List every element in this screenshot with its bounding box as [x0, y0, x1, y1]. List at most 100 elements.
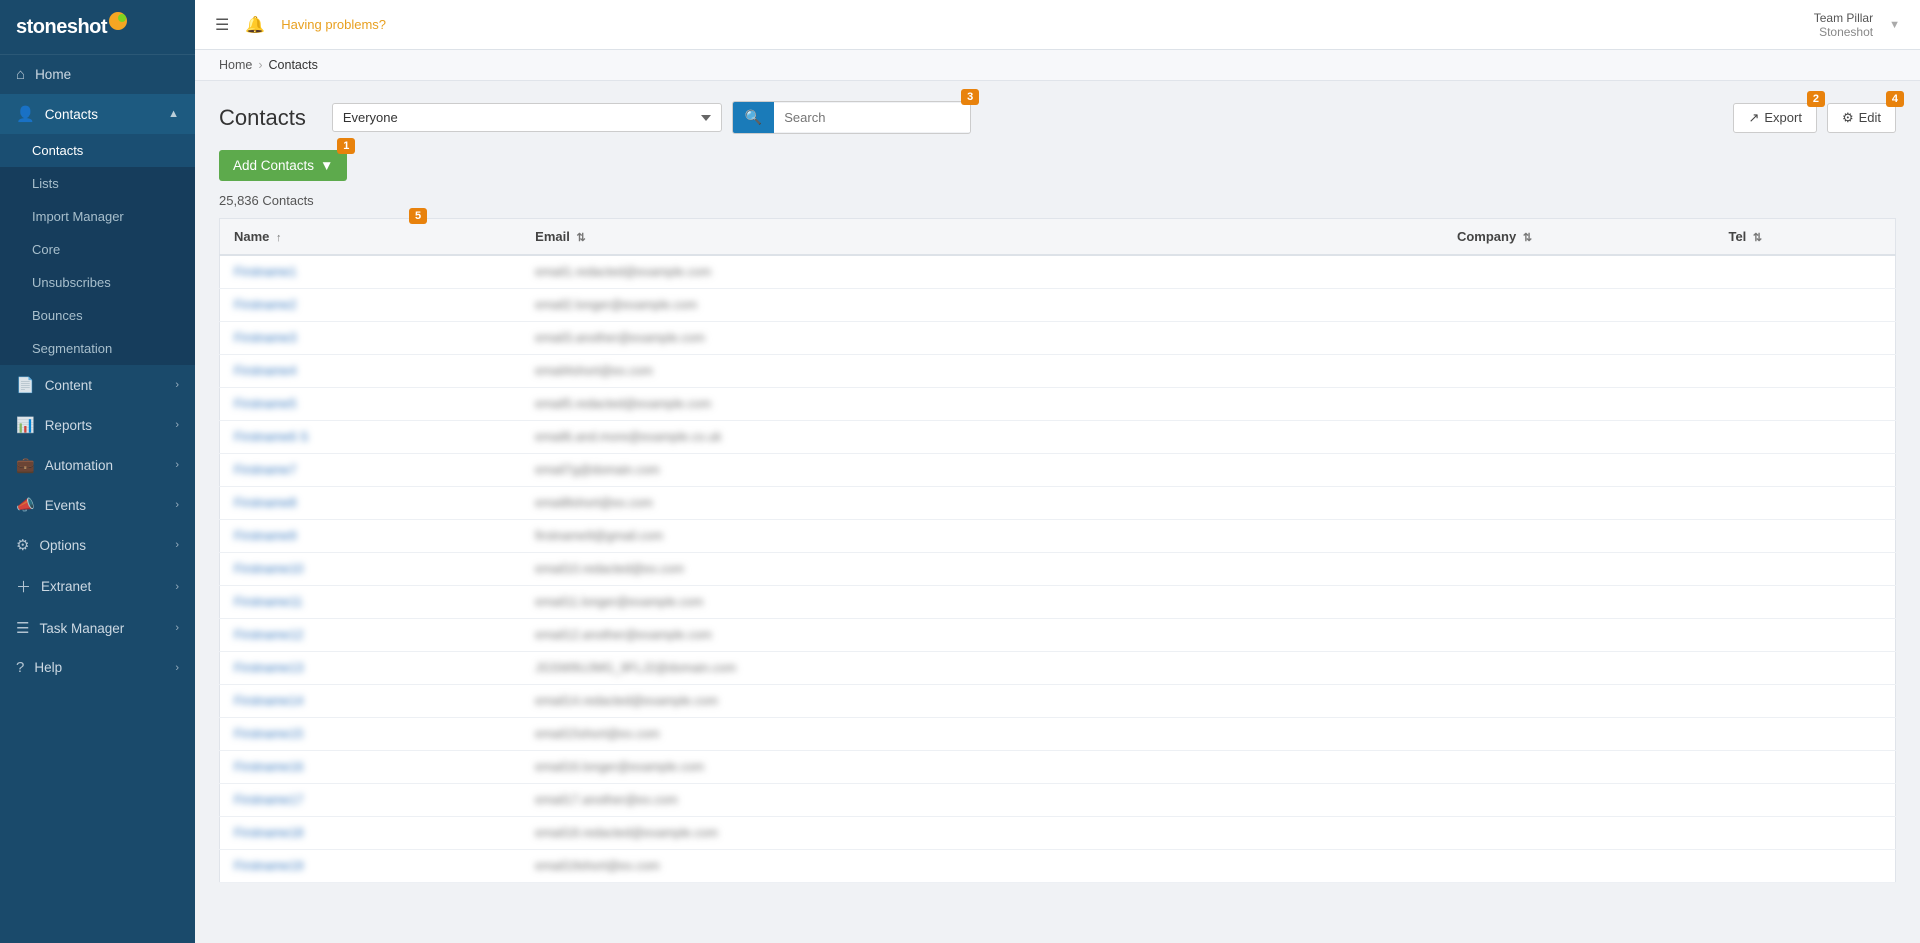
table-row[interactable]: Firstname13 JGSW9UJMG_9FLJ2@domain.com: [220, 652, 1896, 685]
table-container: 5 Name ↑ Email ⇅ Company: [219, 218, 1896, 883]
cell-name: Firstname2: [220, 289, 522, 322]
cell-tel: [1714, 520, 1895, 553]
table-row[interactable]: Firstname3 email3.another@example.com: [220, 322, 1896, 355]
cell-company: [1443, 619, 1715, 652]
add-contacts-chevron-icon: ▼: [320, 158, 333, 173]
segmentation-label: Segmentation: [32, 341, 112, 356]
table-row[interactable]: Firstname11 email11.longer@example.com: [220, 586, 1896, 619]
edit-button[interactable]: ⚙ Edit: [1827, 103, 1896, 133]
cell-name: Firstname8: [220, 487, 522, 520]
cell-company: [1443, 355, 1715, 388]
filter-dropdown[interactable]: Everyone My Contacts Unsubscribed Bounce…: [332, 103, 722, 132]
sidebar-item-home-label: Home: [35, 67, 71, 82]
table-row[interactable]: Firstname15 email15short@ex.com: [220, 718, 1896, 751]
sidebar-item-automation[interactable]: 💼 Automation ›: [0, 445, 195, 485]
user-dropdown-icon[interactable]: ▼: [1889, 19, 1900, 31]
name-value: Firstname1: [234, 265, 334, 279]
sidebar-item-content-label: Content: [45, 378, 92, 393]
menu-icon[interactable]: ☰: [215, 15, 229, 35]
table-row[interactable]: Firstname4 email4short@ex.com: [220, 355, 1896, 388]
core-label: Core: [32, 242, 60, 257]
col-company[interactable]: Company ⇅: [1443, 219, 1715, 256]
sidebar-item-home[interactable]: ⌂ Home: [0, 55, 195, 94]
table-row[interactable]: Firstname12 email12.another@example.com: [220, 619, 1896, 652]
tel-sort-icon: ⇅: [1753, 232, 1762, 244]
table-row[interactable]: Firstname9 firstname9@gmail.com: [220, 520, 1896, 553]
search-input[interactable]: [774, 103, 970, 132]
sidebar-item-events[interactable]: 📣 Events ›: [0, 485, 195, 525]
table-row[interactable]: Firstname14 email14.redacted@example.com: [220, 685, 1896, 718]
table-row[interactable]: Firstname8 email8short@ex.com: [220, 487, 1896, 520]
col-company-label: Company: [1457, 229, 1516, 244]
add-contacts-label: Add Contacts: [233, 158, 314, 173]
sidebar-item-lists[interactable]: Lists: [0, 167, 195, 200]
sidebar-item-contacts-sub[interactable]: Contacts: [0, 134, 195, 167]
cell-email: email1.redacted@example.com: [521, 255, 1443, 289]
extranet-chevron: ›: [175, 581, 179, 593]
table-row[interactable]: Firstname16 email16.longer@example.com: [220, 751, 1896, 784]
sidebar-item-segmentation[interactable]: Segmentation: [0, 332, 195, 365]
email-value: email5.redacted@example.com: [535, 397, 700, 411]
table-row[interactable]: Firstname2 email2.longer@example.com: [220, 289, 1896, 322]
contacts-submenu: Contacts Lists Import Manager Core Unsub…: [0, 134, 195, 365]
sidebar-item-import-manager[interactable]: Import Manager: [0, 200, 195, 233]
col-email[interactable]: Email ⇅: [521, 219, 1443, 256]
table-row[interactable]: Firstname18 email18.redacted@example.com: [220, 817, 1896, 850]
user-info: Team Pillar Stoneshot: [1814, 11, 1873, 39]
table-row[interactable]: Firstname1 email1.redacted@example.com: [220, 255, 1896, 289]
email-value: email8short@ex.com: [535, 496, 680, 510]
sidebar-item-help[interactable]: ? Help ›: [0, 648, 195, 687]
sidebar-item-unsubscribes[interactable]: Unsubscribes: [0, 266, 195, 299]
cell-name: Firstname16: [220, 751, 522, 784]
sidebar-item-core[interactable]: Core: [0, 233, 195, 266]
export-button[interactable]: ↗ Export: [1733, 103, 1816, 133]
cell-name: Firstname3: [220, 322, 522, 355]
help-link[interactable]: Having problems?: [281, 17, 386, 32]
table-row[interactable]: Firstname19 email19short@ex.com: [220, 850, 1896, 883]
email-value: JGSW9UJMG_9FLJ2@domain.com: [535, 661, 745, 675]
cell-tel: [1714, 652, 1895, 685]
lists-label: Lists: [32, 176, 59, 191]
cell-company: [1443, 685, 1715, 718]
col-tel-label: Tel: [1728, 229, 1746, 244]
email-value: email15short@ex.com: [535, 727, 673, 741]
help-chevron: ›: [175, 662, 179, 674]
sidebar-item-reports[interactable]: 📊 Reports ›: [0, 405, 195, 445]
cell-name: Firstname14: [220, 685, 522, 718]
sidebar-item-task-manager[interactable]: ☰ Task Manager ›: [0, 608, 195, 648]
table-row[interactable]: Firstname6 S email6.and.more@example.co.…: [220, 421, 1896, 454]
email-value: email10.redacted@ex.com: [535, 562, 690, 576]
sidebar-item-extranet-label: Extranet: [41, 579, 91, 594]
name-sort-icon: ↑: [276, 232, 282, 244]
sidebar-item-extranet[interactable]: ＋ Extranet ›: [0, 565, 195, 608]
bell-icon[interactable]: 🔔: [245, 15, 265, 35]
sidebar-item-options[interactable]: ⚙ Options ›: [0, 525, 195, 565]
sidebar-item-bounces[interactable]: Bounces: [0, 299, 195, 332]
edit-icon: ⚙: [1842, 110, 1854, 126]
cell-company: [1443, 751, 1715, 784]
table-row[interactable]: Firstname5 email5.redacted@example.com: [220, 388, 1896, 421]
cell-company: [1443, 388, 1715, 421]
name-value: Firstname9: [234, 529, 349, 543]
cell-tel: [1714, 751, 1895, 784]
table-row[interactable]: Firstname7 email7g@domain.com: [220, 454, 1896, 487]
sidebar-item-automation-label: Automation: [45, 458, 113, 473]
sidebar-item-content[interactable]: 📄 Content ›: [0, 365, 195, 405]
contacts-icon: 👤: [16, 105, 35, 123]
task-manager-chevron: ›: [175, 622, 179, 634]
table-row[interactable]: Firstname17 email17.another@ex.com: [220, 784, 1896, 817]
table-row[interactable]: Firstname10 email10.redacted@ex.com: [220, 553, 1896, 586]
add-contacts-button[interactable]: Add Contacts ▼: [219, 150, 347, 181]
user-org: Stoneshot: [1814, 25, 1873, 39]
cell-company: [1443, 553, 1715, 586]
logo-area: stoneshot: [0, 0, 195, 55]
import-manager-label: Import Manager: [32, 209, 124, 224]
breadcrumb-home[interactable]: Home: [219, 58, 252, 72]
search-button[interactable]: 🔍: [733, 102, 774, 133]
page-title: Contacts: [219, 105, 306, 131]
col-tel[interactable]: Tel ⇅: [1714, 219, 1895, 256]
cell-email: firstname9@gmail.com: [521, 520, 1443, 553]
sidebar-item-contacts[interactable]: 👤 Contacts ▲: [0, 94, 195, 134]
col-name[interactable]: Name ↑: [220, 219, 522, 256]
email-value: email14.redacted@example.com: [535, 694, 695, 708]
